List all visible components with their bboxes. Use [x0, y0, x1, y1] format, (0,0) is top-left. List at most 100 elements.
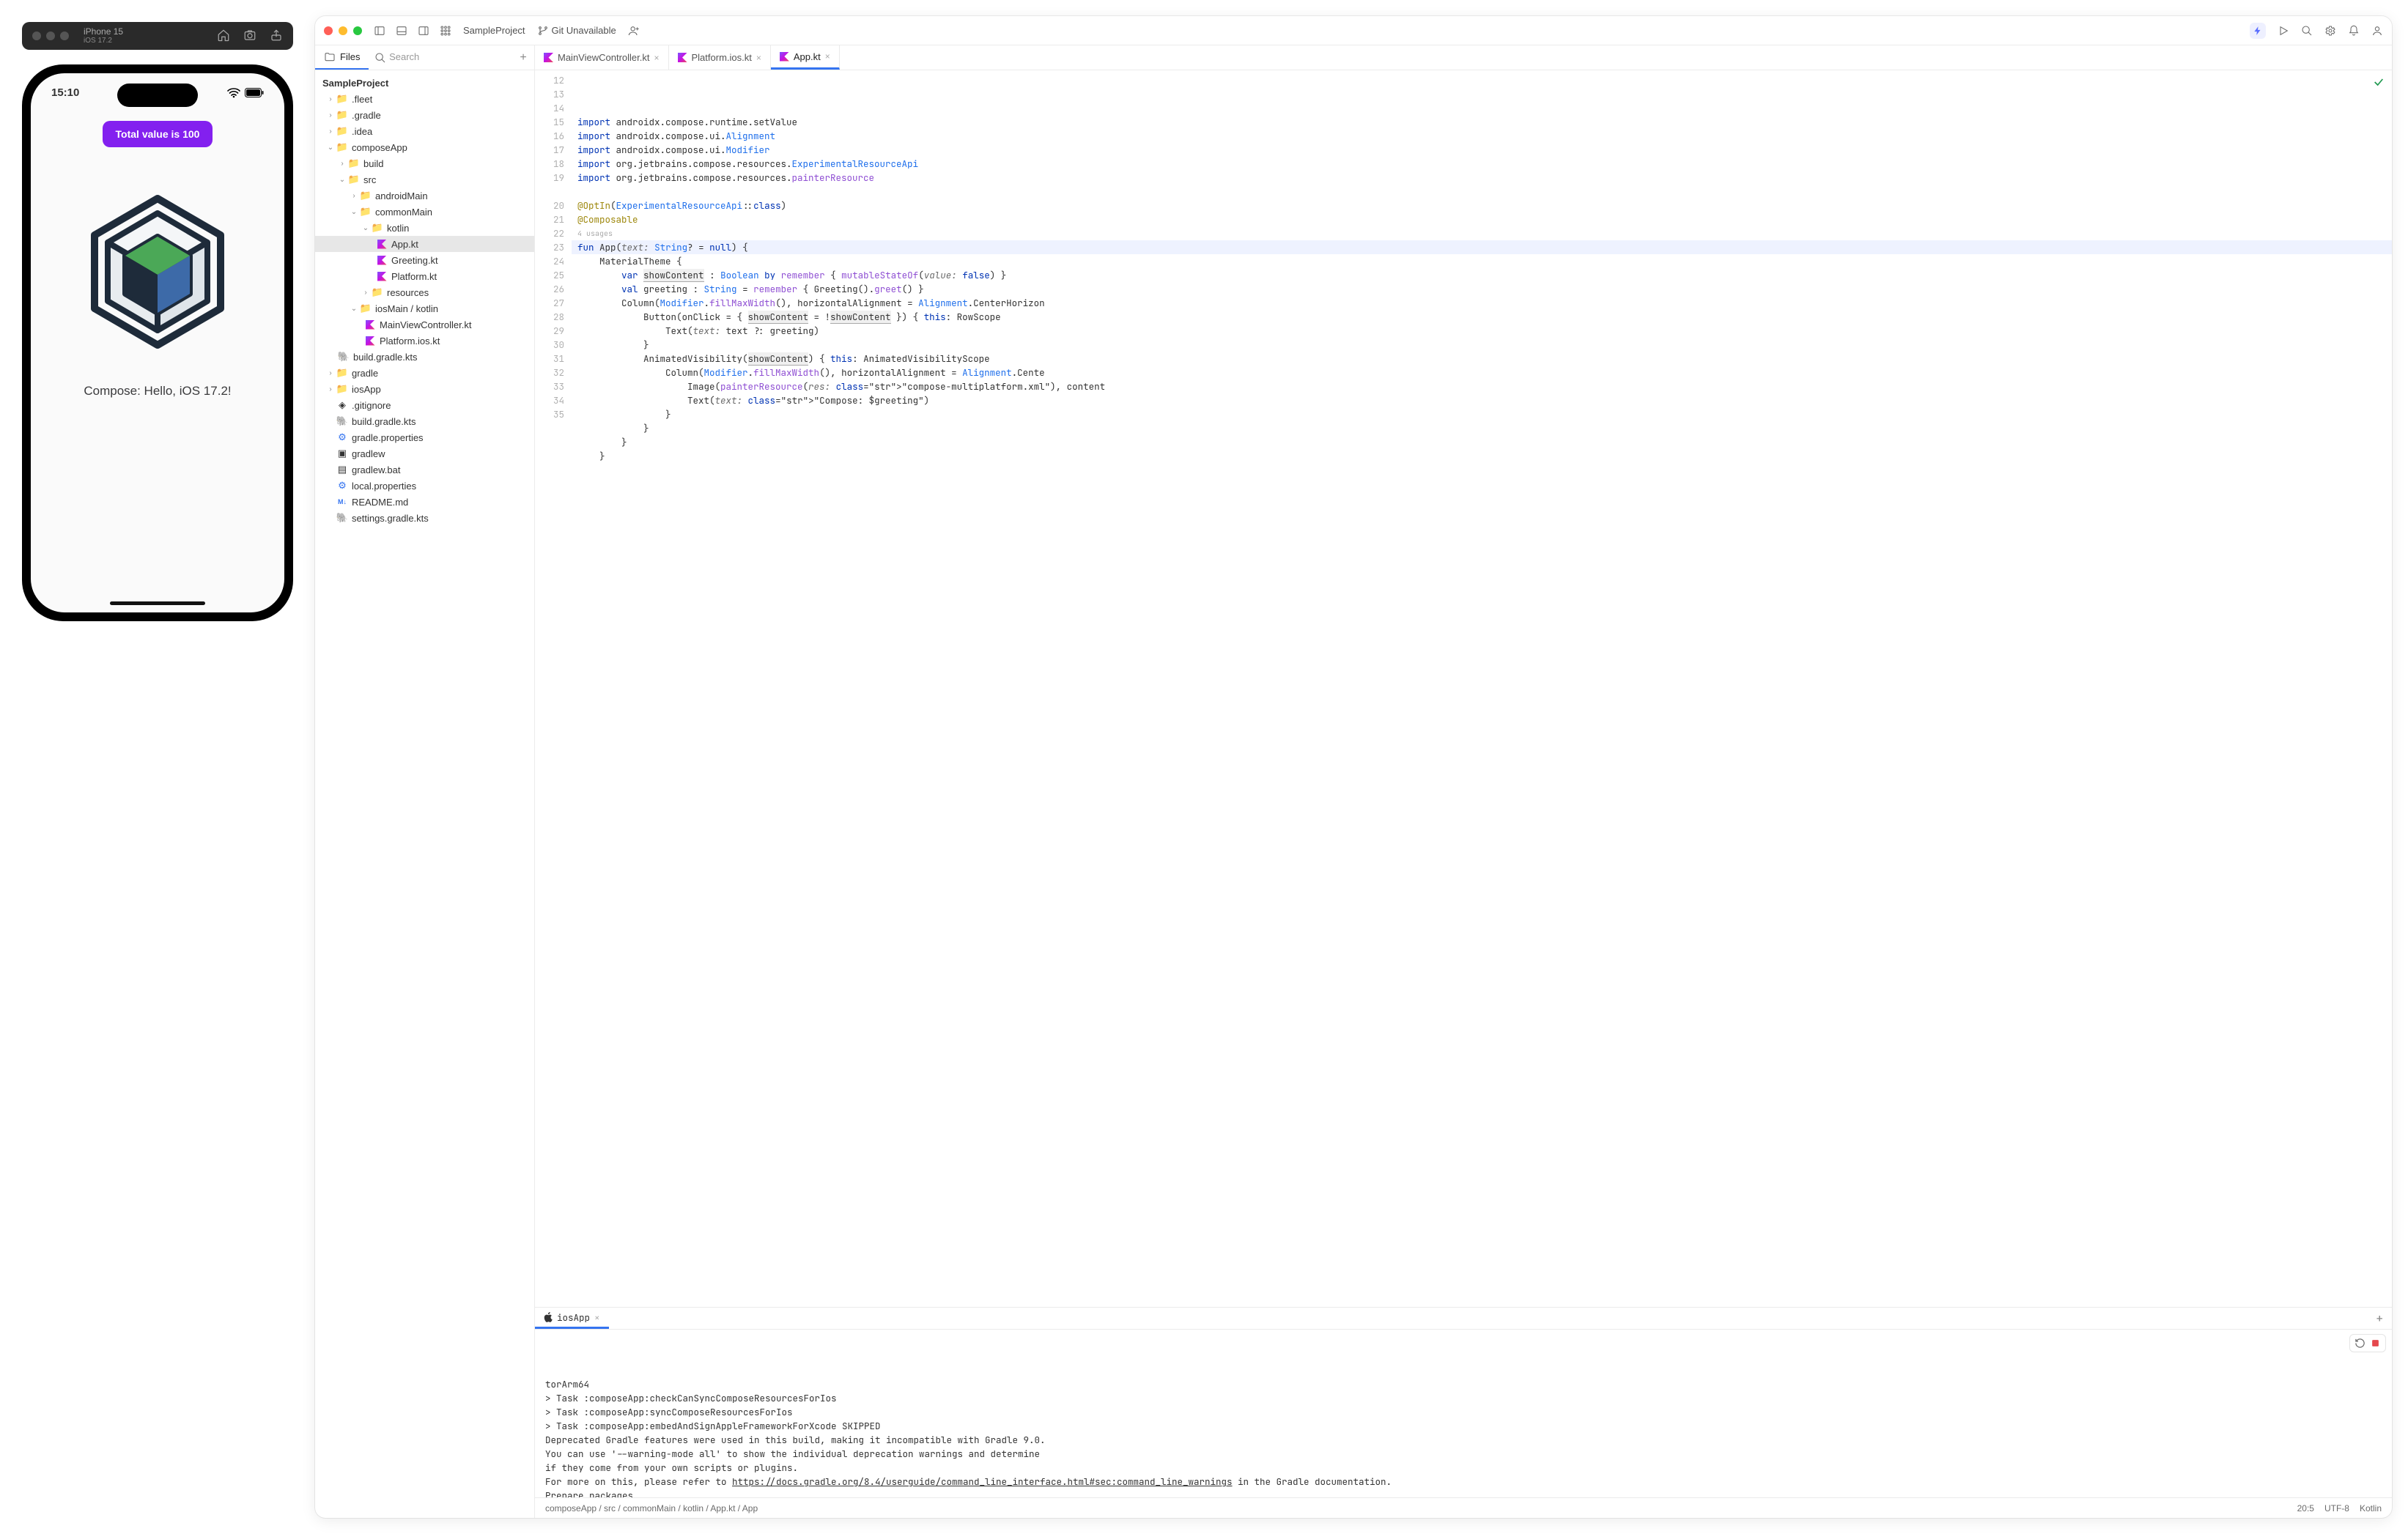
- settings-icon[interactable]: [2324, 25, 2336, 37]
- gradle-icon: 🐘: [337, 351, 350, 363]
- tree-folder[interactable]: ›📁gradle: [315, 365, 534, 381]
- tree-file[interactable]: 🐘settings.gradle.kts: [315, 510, 534, 526]
- editor-tabs: MainViewController.kt× Platform.ios.kt× …: [535, 45, 2392, 70]
- apps-grid-icon[interactable]: [440, 25, 451, 37]
- tree-folder[interactable]: ›📁build: [315, 155, 534, 171]
- tree-file[interactable]: 🐘build.gradle.kts: [315, 349, 534, 365]
- panel-bottom-icon[interactable]: [396, 25, 407, 37]
- close-icon[interactable]: ×: [756, 53, 761, 63]
- file-language[interactable]: Kotlin: [2360, 1503, 2382, 1513]
- tree-folder[interactable]: ›📁iosApp: [315, 381, 534, 397]
- traffic-lights[interactable]: [324, 26, 362, 35]
- file-encoding[interactable]: UTF-8: [2324, 1503, 2349, 1513]
- notifications-icon[interactable]: [2348, 25, 2360, 37]
- tree-root[interactable]: SampleProject: [315, 75, 534, 91]
- close-icon[interactable]: ×: [654, 53, 659, 63]
- git-status[interactable]: Git Unavailable: [537, 25, 616, 37]
- tree-file[interactable]: Platform.kt: [315, 268, 534, 284]
- tree-folder[interactable]: ⌄📁commonMain: [315, 204, 534, 220]
- share-icon[interactable]: [270, 29, 283, 44]
- cursor-position[interactable]: 20:5: [2297, 1503, 2314, 1513]
- properties-icon: ⚙: [336, 480, 349, 492]
- tree-folder[interactable]: ⌄📁iosMain / kotlin: [315, 300, 534, 316]
- run-tool-window: iosApp × + torArm64 > Task :composeApp:c…: [535, 1307, 2392, 1497]
- bat-icon: ▤: [336, 464, 349, 475]
- add-run-tab[interactable]: +: [2367, 1311, 2392, 1326]
- sim-traffic-lights[interactable]: [32, 32, 69, 40]
- search-icon[interactable]: [2301, 25, 2313, 37]
- kotlin-icon: [544, 53, 553, 62]
- markdown-icon: M↓: [336, 498, 349, 505]
- kotlin-icon: [377, 240, 387, 249]
- ai-assistant-icon[interactable]: [2250, 23, 2266, 39]
- close-window-icon[interactable]: [324, 26, 333, 35]
- editor-tab-active[interactable]: App.kt×: [771, 45, 840, 70]
- dynamic-island: [117, 84, 198, 107]
- close-icon[interactable]: ×: [825, 51, 830, 62]
- ide-window: SampleProject Git Unavailable Files: [315, 16, 2392, 1518]
- editor-tab[interactable]: Platform.ios.kt×: [669, 45, 771, 70]
- minimize-window-icon[interactable]: [339, 26, 347, 35]
- tree-file[interactable]: ▣gradlew: [315, 445, 534, 462]
- search-tab[interactable]: Search: [369, 51, 512, 64]
- maximize-window-icon[interactable]: [353, 26, 362, 35]
- run-icon[interactable]: [2278, 25, 2289, 37]
- files-tab[interactable]: Files: [315, 45, 369, 70]
- tree-folder[interactable]: ›📁.idea: [315, 123, 534, 139]
- properties-icon: ⚙: [336, 431, 349, 443]
- tree-file[interactable]: ⚙gradle.properties: [315, 429, 534, 445]
- tree-file[interactable]: Platform.ios.kt: [315, 333, 534, 349]
- phone-screen[interactable]: 15:10 Total value is 100: [31, 73, 284, 612]
- tree-folder[interactable]: ⌄📁kotlin: [315, 220, 534, 236]
- breadcrumbs[interactable]: composeApp / src / commonMain / kotlin /…: [545, 1503, 758, 1513]
- editor-tab[interactable]: MainViewController.kt×: [535, 45, 669, 70]
- gradle-icon: 🐘: [336, 415, 349, 427]
- home-indicator[interactable]: [110, 601, 205, 605]
- gradle-icon: 🐘: [336, 512, 349, 524]
- tree-folder[interactable]: ›📁resources: [315, 284, 534, 300]
- status-time: 15:10: [51, 86, 79, 99]
- tree-file[interactable]: 🐘build.gradle.kts: [315, 413, 534, 429]
- editor-area: MainViewController.kt× Platform.ios.kt× …: [535, 45, 2392, 1518]
- kotlin-icon: [780, 52, 789, 62]
- kotlin-icon: [377, 256, 387, 265]
- tree-file[interactable]: Greeting.kt: [315, 252, 534, 268]
- run-tab[interactable]: iosApp ×: [535, 1308, 609, 1329]
- search-icon: [374, 52, 386, 64]
- battery-icon: [245, 88, 264, 97]
- panel-left-icon[interactable]: [374, 25, 385, 37]
- tree-file[interactable]: ▤gradlew.bat: [315, 462, 534, 478]
- sim-device-title: iPhone 15 iOS 17.2: [84, 26, 123, 45]
- account-icon[interactable]: [2371, 25, 2383, 37]
- tree-file[interactable]: M↓README.md: [315, 494, 534, 510]
- add-tab-button[interactable]: +: [512, 51, 534, 64]
- tree-file[interactable]: ◈.gitignore: [315, 397, 534, 413]
- project-sidebar: Files Search + SampleProject ›📁.fleet ›📁…: [315, 45, 535, 1518]
- rerun-icon[interactable]: [2355, 1338, 2365, 1349]
- tree-folder[interactable]: ⌄📁composeApp: [315, 139, 534, 155]
- stop-icon[interactable]: [2370, 1338, 2381, 1349]
- home-icon[interactable]: [217, 29, 230, 44]
- kotlin-icon: [377, 272, 387, 281]
- code-content[interactable]: import androidx.compose.runtime.setValue…: [572, 70, 2392, 1307]
- tree-folder[interactable]: ›📁androidMain: [315, 188, 534, 204]
- tree-folder[interactable]: ⌄📁src: [315, 171, 534, 188]
- code-editor[interactable]: 1213141516171819202122232425262728293031…: [535, 70, 2392, 1307]
- file-tree[interactable]: SampleProject ›📁.fleet ›📁.gradle ›📁.idea…: [315, 70, 534, 1518]
- device-os: iOS 17.2: [84, 37, 123, 45]
- panel-right-icon[interactable]: [418, 25, 429, 37]
- tree-file[interactable]: ⚙local.properties: [315, 478, 534, 494]
- ide-toolbar: SampleProject Git Unavailable: [315, 16, 2392, 45]
- tree-folder[interactable]: ›📁.fleet: [315, 91, 534, 107]
- screenshot-icon[interactable]: [243, 29, 256, 44]
- add-user-icon[interactable]: [628, 25, 640, 37]
- simulator-toolbar[interactable]: iPhone 15 iOS 17.2: [22, 22, 293, 50]
- project-name[interactable]: SampleProject: [463, 25, 525, 36]
- close-icon[interactable]: ×: [594, 1311, 600, 1324]
- tree-folder[interactable]: ›📁.gradle: [315, 107, 534, 123]
- app-total-button[interactable]: Total value is 100: [103, 121, 213, 147]
- tree-file-app-kt[interactable]: App.kt: [315, 236, 534, 252]
- tree-file[interactable]: MainViewController.kt: [315, 316, 534, 333]
- kotlin-icon: [366, 336, 375, 346]
- run-output[interactable]: torArm64 > Task :composeApp:checkCanSync…: [535, 1330, 2392, 1497]
